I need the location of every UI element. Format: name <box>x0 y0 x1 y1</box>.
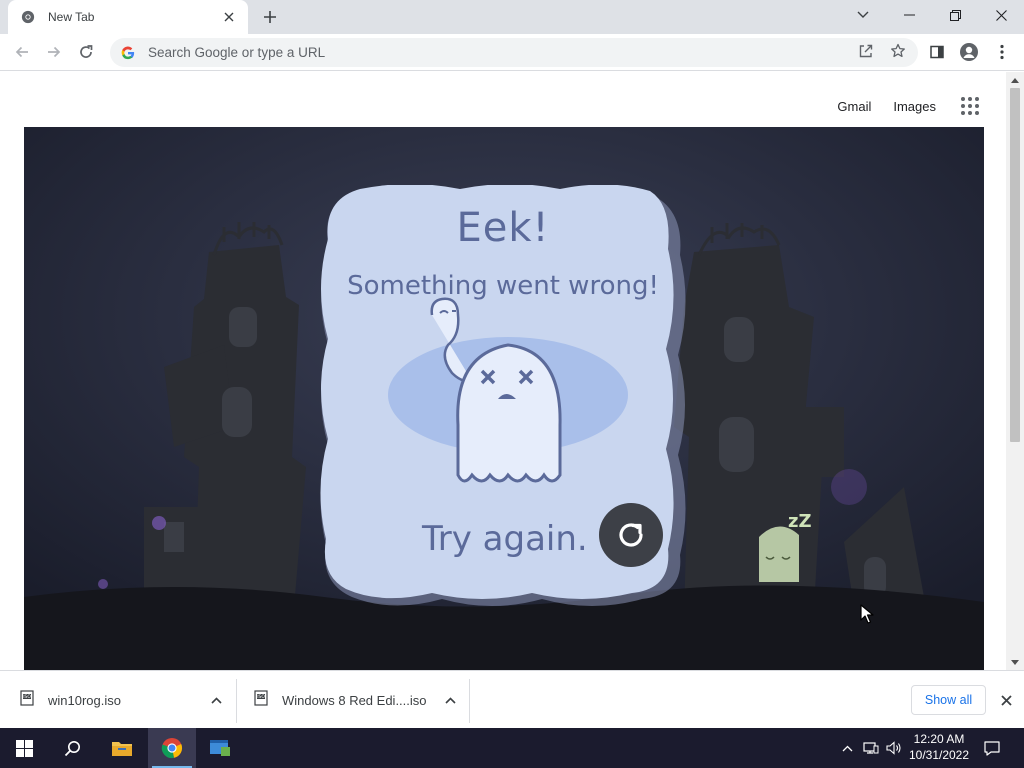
download-bar: ISO win10rog.iso ISO Windows 8 Red Edi..… <box>0 670 1024 728</box>
clock-time: 12:20 AM <box>913 732 965 746</box>
omnibox-input[interactable] <box>148 45 808 60</box>
taskbar-clock[interactable]: 12:20 AM 10/31/2022 <box>904 731 974 767</box>
google-apps-icon[interactable] <box>958 94 982 118</box>
download-options-chevron-icon[interactable] <box>208 692 224 708</box>
chrome-menu-icon[interactable] <box>988 38 1016 66</box>
start-windows-icon[interactable] <box>0 728 48 768</box>
scrollbar-thumb[interactable] <box>1010 88 1020 442</box>
halloween-doodle: zZ Eek! Something went wrong! Try again. <box>24 127 984 670</box>
restore-button[interactable] <box>932 0 978 30</box>
tab-search-chevron-icon[interactable] <box>840 0 886 30</box>
download-separator <box>469 679 470 723</box>
error-card: Eek! Something went wrong! Try again. <box>312 185 694 607</box>
sleep-zz-text: zZ <box>788 511 812 532</box>
new-tab-button[interactable] <box>258 5 282 29</box>
gmail-link[interactable]: Gmail <box>837 99 871 114</box>
page-scrollbar[interactable] <box>1006 72 1024 670</box>
profile-avatar-icon[interactable] <box>955 38 983 66</box>
svg-text:ISO: ISO <box>257 694 265 700</box>
windows-taskbar: 12:20 AM 10/31/2022 <box>0 728 1024 768</box>
download-filename: win10rog.iso <box>48 692 121 708</box>
browser-toolbar <box>0 34 1024 71</box>
bookmark-star-icon[interactable] <box>887 40 909 62</box>
chrome-favicon-icon <box>20 9 36 25</box>
mouse-cursor-icon <box>860 604 874 624</box>
error-heading: Eek! <box>456 205 550 251</box>
try-again-label[interactable]: Try again. <box>422 519 588 559</box>
side-panel-icon[interactable] <box>923 38 951 66</box>
app-window-taskbar-icon[interactable] <box>196 728 244 768</box>
volume-icon[interactable] <box>883 728 905 768</box>
close-window-button[interactable] <box>978 0 1024 30</box>
omnibox[interactable] <box>110 38 918 67</box>
google-g-icon <box>120 45 136 61</box>
ntp-top-links: Gmail Images <box>815 94 982 118</box>
images-link[interactable]: Images <box>893 99 936 114</box>
show-all-downloads-button[interactable]: Show all <box>911 685 986 715</box>
download-separator <box>236 679 237 723</box>
reload-button[interactable] <box>72 38 100 66</box>
iso-file-icon: ISO <box>254 689 270 711</box>
minimize-button[interactable] <box>886 0 932 30</box>
file-explorer-icon[interactable] <box>98 728 146 768</box>
close-download-bar-icon[interactable] <box>996 690 1016 710</box>
chrome-taskbar-icon[interactable] <box>148 728 196 768</box>
refresh-icon <box>619 523 643 547</box>
new-tab-page: Gmail Images zZ Eek! Something went wron… <box>0 72 1006 670</box>
share-icon[interactable] <box>855 40 877 62</box>
svg-text:ISO: ISO <box>23 694 31 700</box>
tab-close-icon[interactable] <box>220 8 238 26</box>
tab-strip: New Tab <box>0 0 1024 34</box>
error-message: Something went wrong! <box>347 271 659 301</box>
scroll-down-arrow-icon[interactable] <box>1006 654 1024 670</box>
retry-button[interactable] <box>599 503 663 567</box>
show-hidden-icons-chevron-icon[interactable] <box>836 728 858 768</box>
screen: New Tab Search Google or type a URL Gmai… <box>0 0 1024 768</box>
download-item[interactable]: ISO Windows 8 Red Edi....iso <box>254 679 470 721</box>
iso-file-icon: ISO <box>20 689 36 711</box>
download-item[interactable]: ISO win10rog.iso <box>20 679 236 721</box>
taskbar-search-icon[interactable] <box>48 728 96 768</box>
forward-button[interactable] <box>40 38 68 66</box>
back-button[interactable] <box>8 38 36 66</box>
tab-new-tab[interactable]: New Tab <box>8 0 248 34</box>
tab-title: New Tab <box>48 10 95 24</box>
download-filename: Windows 8 Red Edi....iso <box>282 692 427 708</box>
scroll-up-arrow-icon[interactable] <box>1006 72 1024 88</box>
notifications-icon[interactable] <box>980 728 1004 768</box>
clock-date: 10/31/2022 <box>908 748 970 762</box>
download-options-chevron-icon[interactable] <box>442 692 458 708</box>
network-icon[interactable] <box>860 728 882 768</box>
